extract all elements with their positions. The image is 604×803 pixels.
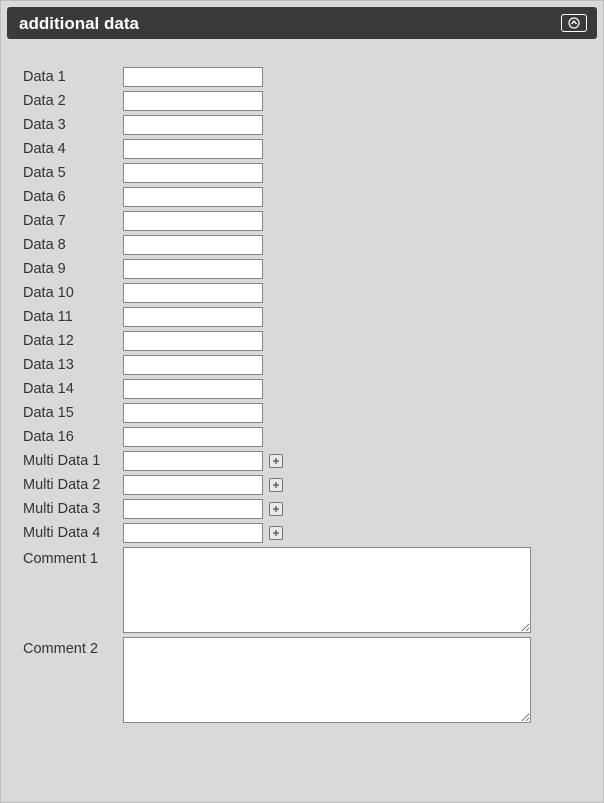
data-row: Data 13	[23, 355, 581, 375]
data-row: Data 7	[23, 211, 581, 231]
data-10-input[interactable]	[123, 283, 263, 303]
data-2-input[interactable]	[123, 91, 263, 111]
data-row: Data 4	[23, 139, 581, 159]
field-label: Data 4	[23, 139, 123, 159]
multi-data-1-input[interactable]	[123, 451, 263, 471]
field-label: Data 8	[23, 235, 123, 255]
comment-row: Comment 1	[23, 547, 581, 633]
multi-data-row: Multi Data 2	[23, 475, 581, 495]
add-multi-data-1-button[interactable]	[269, 454, 283, 468]
data-16-input[interactable]	[123, 427, 263, 447]
comment-1-textarea[interactable]	[123, 547, 531, 633]
field-label: Multi Data 1	[23, 451, 123, 471]
add-multi-data-4-button[interactable]	[269, 526, 283, 540]
data-row: Data 14	[23, 379, 581, 399]
multi-data-2-input[interactable]	[123, 475, 263, 495]
data-14-input[interactable]	[123, 379, 263, 399]
data-5-input[interactable]	[123, 163, 263, 183]
panel-body: Data 1 Data 2 Data 3 Data 4 Data 5 Data …	[7, 39, 597, 737]
multi-data-row: Multi Data 1	[23, 451, 581, 471]
plus-icon	[272, 505, 280, 513]
field-label: Data 9	[23, 259, 123, 279]
field-label: Data 12	[23, 331, 123, 351]
panel-header: additional data	[7, 7, 597, 39]
field-label: Data 5	[23, 163, 123, 183]
data-13-input[interactable]	[123, 355, 263, 375]
field-label: Data 3	[23, 115, 123, 135]
plus-icon	[272, 481, 280, 489]
data-9-input[interactable]	[123, 259, 263, 279]
panel-title: additional data	[19, 15, 139, 32]
multi-data-3-input[interactable]	[123, 499, 263, 519]
comment-row: Comment 2	[23, 637, 581, 723]
data-row: Data 11	[23, 307, 581, 327]
field-label: Data 13	[23, 355, 123, 375]
field-label: Data 1	[23, 67, 123, 87]
field-label: Data 10	[23, 283, 123, 303]
field-label: Multi Data 3	[23, 499, 123, 519]
data-11-input[interactable]	[123, 307, 263, 327]
data-row: Data 12	[23, 331, 581, 351]
field-label: Data 2	[23, 91, 123, 111]
field-label: Comment 1	[23, 547, 123, 569]
data-row: Data 8	[23, 235, 581, 255]
field-label: Comment 2	[23, 637, 123, 659]
plus-icon	[272, 457, 280, 465]
data-row: Data 3	[23, 115, 581, 135]
comment-2-textarea[interactable]	[123, 637, 531, 723]
field-label: Data 14	[23, 379, 123, 399]
data-row: Data 6	[23, 187, 581, 207]
collapse-button[interactable]	[561, 14, 587, 32]
field-label: Data 7	[23, 211, 123, 231]
data-row: Data 5	[23, 163, 581, 183]
data-1-input[interactable]	[123, 67, 263, 87]
multi-data-row: Multi Data 3	[23, 499, 581, 519]
data-7-input[interactable]	[123, 211, 263, 231]
data-6-input[interactable]	[123, 187, 263, 207]
additional-data-panel: additional data Data 1 Data 2 Data 3 Dat…	[0, 0, 604, 803]
multi-data-row: Multi Data 4	[23, 523, 581, 543]
field-label: Data 11	[23, 307, 123, 327]
chevron-up-icon	[568, 17, 580, 29]
data-8-input[interactable]	[123, 235, 263, 255]
data-3-input[interactable]	[123, 115, 263, 135]
data-15-input[interactable]	[123, 403, 263, 423]
plus-icon	[272, 529, 280, 537]
data-row: Data 16	[23, 427, 581, 447]
field-label: Multi Data 2	[23, 475, 123, 495]
field-label: Data 15	[23, 403, 123, 423]
multi-data-4-input[interactable]	[123, 523, 263, 543]
field-label: Data 6	[23, 187, 123, 207]
field-label: Data 16	[23, 427, 123, 447]
data-4-input[interactable]	[123, 139, 263, 159]
data-row: Data 15	[23, 403, 581, 423]
data-row: Data 9	[23, 259, 581, 279]
add-multi-data-2-button[interactable]	[269, 478, 283, 492]
data-row: Data 1	[23, 67, 581, 87]
data-12-input[interactable]	[123, 331, 263, 351]
data-row: Data 10	[23, 283, 581, 303]
data-row: Data 2	[23, 91, 581, 111]
add-multi-data-3-button[interactable]	[269, 502, 283, 516]
field-label: Multi Data 4	[23, 523, 123, 543]
